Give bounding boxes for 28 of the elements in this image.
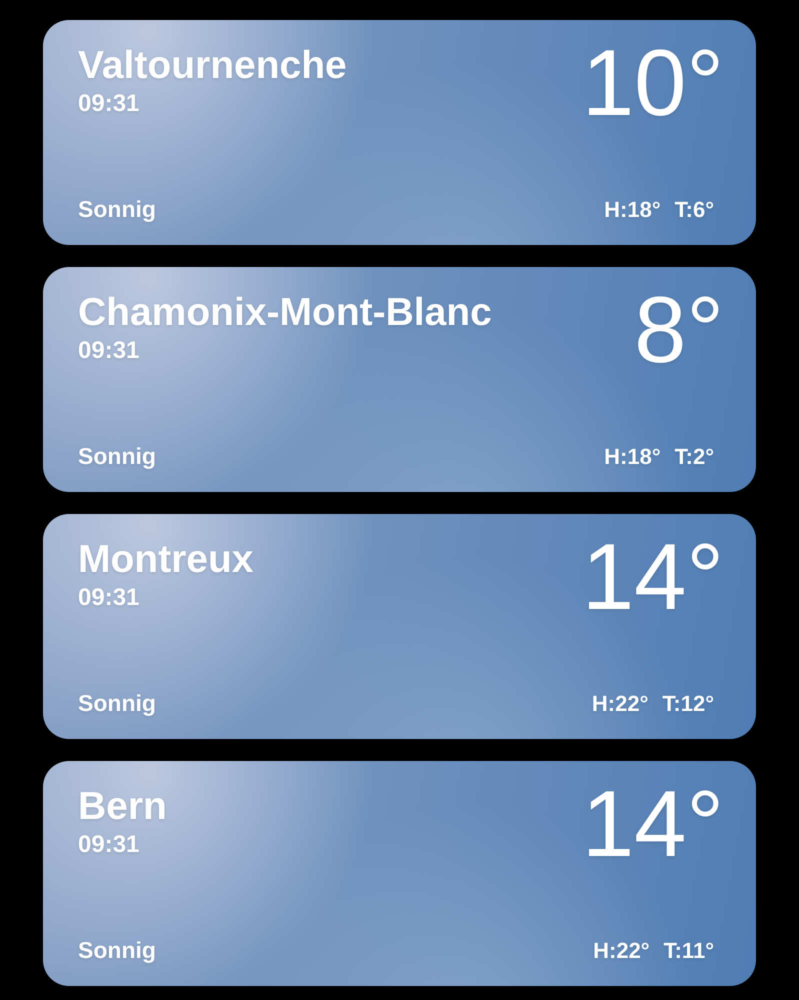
local-time: 09:31 [78, 584, 140, 612]
weather-card[interactable]: Valtournenche 09:31 10° Sonnig H:18° T:6° [43, 20, 756, 245]
temperature: 10° [582, 38, 724, 128]
local-time: 09:31 [78, 90, 140, 118]
city-name: Chamonix-Mont-Blanc [78, 290, 492, 336]
weather-card[interactable]: Chamonix-Mont-Blanc 09:31 8° Sonnig H:18° T:2° [43, 267, 756, 492]
low-temperature: T:11° [664, 938, 714, 964]
temperature: 14° [582, 779, 724, 869]
temperature: 14° [582, 532, 724, 622]
low-temperature: T:6° [674, 197, 714, 223]
high-temperature: H:18° [604, 197, 661, 223]
weather-card[interactable]: Montreux 09:31 14° Sonnig H:22° T:12° [43, 514, 756, 739]
weather-card[interactable]: Bern 09:31 14° Sonnig H:22° T:11° [43, 761, 756, 986]
low-temperature: T:2° [674, 444, 714, 470]
high-temperature: H:22° [593, 938, 650, 964]
condition-text: Sonnig [78, 196, 156, 223]
low-temperature: T:12° [662, 691, 714, 717]
local-time: 09:31 [78, 831, 140, 859]
condition-text: Sonnig [78, 937, 156, 964]
high-temperature: H:22° [592, 691, 648, 717]
city-name: Montreux [78, 537, 254, 583]
city-name: Bern [78, 784, 167, 830]
condition-text: Sonnig [78, 443, 156, 470]
high-temperature: H:18° [604, 444, 661, 470]
local-time: 09:31 [78, 337, 140, 365]
temperature: 8° [634, 285, 724, 375]
condition-text: Sonnig [78, 690, 156, 717]
city-name: Valtournenche [78, 43, 347, 89]
